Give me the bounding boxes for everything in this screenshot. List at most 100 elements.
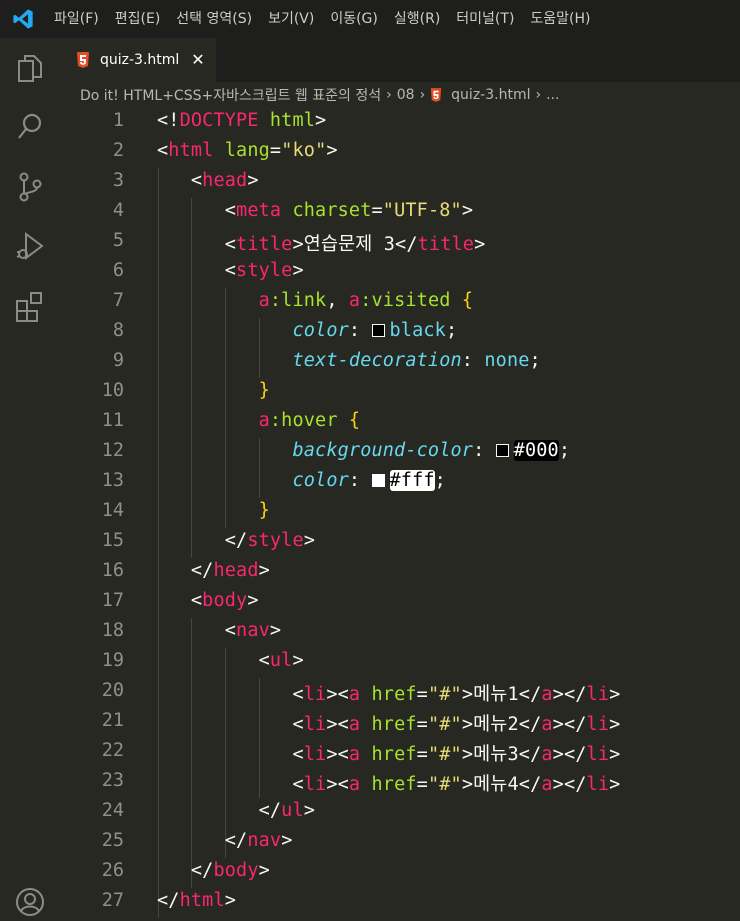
code-line-20: 20 <li><a href="#">메뉴1</a></li> bbox=[60, 678, 740, 708]
line-number: 26 bbox=[101, 860, 124, 881]
menu-view[interactable]: 보기(V) bbox=[260, 0, 322, 38]
account-icon[interactable] bbox=[14, 886, 46, 918]
code-line-4: 4 <meta charset="UTF-8"> bbox=[60, 198, 740, 228]
line-number: 13 bbox=[101, 470, 124, 491]
line-number: 5 bbox=[112, 230, 124, 251]
chevron-right-icon: › bbox=[386, 87, 392, 103]
line-number: 4 bbox=[112, 200, 124, 221]
css-value: #000 bbox=[513, 440, 559, 461]
line-number: 15 bbox=[101, 530, 124, 551]
menu-file[interactable]: 파일(F) bbox=[46, 0, 107, 38]
code-line-21: 21 <li><a href="#">메뉴2</a></li> bbox=[60, 708, 740, 738]
menu-selection[interactable]: 선택 영역(S) bbox=[168, 0, 260, 38]
line-number: 14 bbox=[101, 500, 124, 521]
code-line-19: 19 <ul> bbox=[60, 648, 740, 678]
source-control-icon[interactable] bbox=[14, 171, 46, 203]
breadcrumb-symbol[interactable]: ... bbox=[546, 87, 559, 103]
line-number: 21 bbox=[101, 710, 124, 731]
css-value: #fff bbox=[389, 470, 435, 491]
line-number: 8 bbox=[112, 320, 124, 341]
line-number: 7 bbox=[112, 290, 124, 311]
run-debug-icon[interactable] bbox=[14, 230, 46, 262]
menu-link-text: 메뉴3 bbox=[473, 744, 519, 765]
close-icon[interactable]: ✕ bbox=[191, 52, 204, 68]
html5-file-icon bbox=[76, 52, 90, 68]
line-number: 9 bbox=[112, 350, 124, 371]
color-swatch[interactable] bbox=[371, 474, 385, 487]
line-number: 27 bbox=[101, 890, 124, 911]
code-line-18: 18 <nav> bbox=[60, 618, 740, 648]
code-line-22: 22 <li><a href="#">메뉴3</a></li> bbox=[60, 738, 740, 768]
code-line-14: 14 } bbox=[60, 498, 740, 528]
code-line-8: 8 color: black; bbox=[60, 318, 740, 348]
breadcrumb-folder-root[interactable]: Do it! HTML+CSS+자바스크립트 웹 표준의 정석 bbox=[80, 85, 381, 105]
code-line-11: 11 a:hover { bbox=[60, 408, 740, 438]
line-number: 16 bbox=[101, 560, 124, 581]
breadcrumb: Do it! HTML+CSS+자바스크립트 웹 표준의 정석 › 08 › q… bbox=[80, 84, 559, 106]
code-line-24: 24 </ul> bbox=[60, 798, 740, 828]
line-number: 18 bbox=[101, 620, 124, 641]
code-line-23: 23 <li><a href="#">메뉴4</a></li> bbox=[60, 768, 740, 798]
line-number: 25 bbox=[101, 830, 124, 851]
explorer-icon[interactable] bbox=[14, 52, 46, 84]
tab-strip: quiz-3.html ✕ bbox=[60, 38, 740, 82]
menu-link-text: 메뉴2 bbox=[473, 714, 519, 735]
menu-run[interactable]: 실행(R) bbox=[386, 0, 448, 38]
line-number: 19 bbox=[101, 650, 124, 671]
line-number: 11 bbox=[101, 410, 124, 431]
line-number: 20 bbox=[101, 680, 124, 701]
code-line-17: 17 <body> bbox=[60, 588, 740, 618]
chevron-right-icon: › bbox=[419, 87, 426, 103]
code-line-6: 6 <style> bbox=[60, 258, 740, 288]
menu-link-text: 메뉴1 bbox=[473, 684, 519, 705]
html5-file-icon bbox=[430, 88, 442, 102]
code-line-2: 2 <html lang="ko"> bbox=[60, 138, 740, 168]
code-line-10: 10 } bbox=[60, 378, 740, 408]
menu-terminal[interactable]: 터미널(T) bbox=[448, 0, 522, 38]
extensions-icon[interactable] bbox=[14, 290, 46, 322]
line-number: 23 bbox=[101, 770, 124, 791]
code-editor[interactable]: 1 <!DOCTYPE html> 2 <html lang="ko"> 3 <… bbox=[60, 108, 740, 921]
tab-quiz-3-html[interactable]: quiz-3.html ✕ bbox=[60, 38, 216, 82]
line-number: 12 bbox=[101, 440, 124, 461]
code-line-13: 13 color: #fff; bbox=[60, 468, 740, 498]
code-line-7: 7 a:link, a:visited { bbox=[60, 288, 740, 318]
color-swatch[interactable] bbox=[371, 324, 385, 337]
vscode-logo-icon bbox=[0, 0, 46, 38]
menu-bar: 파일(F) 편집(E) 선택 영역(S) 보기(V) 이동(G) 실행(R) 터… bbox=[0, 0, 740, 38]
line-number: 1 bbox=[112, 110, 124, 131]
line-number: 2 bbox=[112, 140, 124, 161]
code-line-16: 16 </head> bbox=[60, 558, 740, 588]
css-property: color bbox=[292, 470, 349, 491]
code-line-1: 1 <!DOCTYPE html> bbox=[60, 108, 740, 138]
css-property: background-color bbox=[292, 440, 474, 461]
menu-go[interactable]: 이동(G) bbox=[322, 0, 386, 38]
menu-help[interactable]: 도움말(H) bbox=[522, 0, 598, 38]
search-icon[interactable] bbox=[14, 111, 46, 143]
code-line-3: 3 <head> bbox=[60, 168, 740, 198]
color-swatch[interactable] bbox=[495, 444, 509, 457]
css-value: none bbox=[484, 350, 530, 371]
code-line-27: 27 </html> bbox=[60, 888, 740, 918]
line-number: 6 bbox=[112, 260, 124, 281]
code-line-26: 26 </body> bbox=[60, 858, 740, 888]
line-number: 24 bbox=[101, 800, 124, 821]
line-number: 17 bbox=[101, 590, 124, 611]
code-line-25: 25 </nav> bbox=[60, 828, 740, 858]
menu-edit[interactable]: 편집(E) bbox=[107, 0, 169, 38]
code-line-12: 12 background-color: #000; bbox=[60, 438, 740, 468]
code-line-5: 5 <title>연습문제 3</title> bbox=[60, 228, 740, 258]
code-line-15: 15 </style> bbox=[60, 528, 740, 558]
tab-label: quiz-3.html bbox=[100, 52, 180, 68]
chevron-right-icon: › bbox=[535, 87, 542, 103]
css-property: color bbox=[292, 320, 349, 341]
breadcrumb-folder-08[interactable]: 08 bbox=[397, 87, 415, 103]
line-number: 3 bbox=[112, 170, 124, 191]
breadcrumb-file[interactable]: quiz-3.html bbox=[451, 87, 530, 103]
line-number: 10 bbox=[101, 380, 124, 401]
activity-bar bbox=[0, 38, 60, 921]
css-property: text-decoration bbox=[292, 350, 462, 371]
css-value: black bbox=[389, 320, 446, 341]
code-line-9: 9 text-decoration: none; bbox=[60, 348, 740, 378]
title-text: 연습문제 3 bbox=[303, 234, 396, 255]
